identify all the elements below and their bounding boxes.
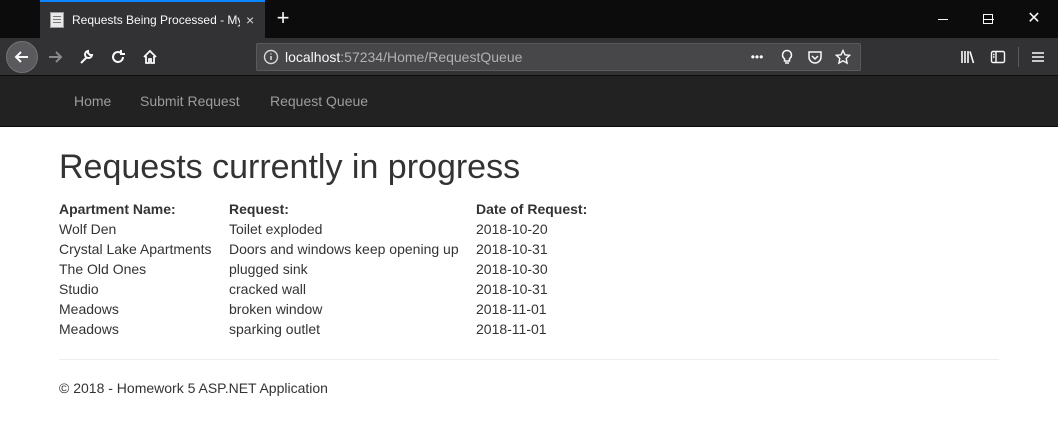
pocket-icon[interactable] bbox=[806, 48, 824, 66]
apartment-cell: Crystal Lake Apartments bbox=[59, 241, 212, 257]
date-cell: 2018-10-30 bbox=[476, 261, 548, 277]
request-cell: Toilet exploded bbox=[229, 221, 323, 237]
nav-home[interactable]: Home bbox=[74, 93, 111, 109]
url-host: localhost bbox=[285, 49, 341, 65]
browser-toolbar: localhost:57234/Home/RequestQueue ••• bbox=[0, 38, 1058, 76]
maximize-icon bbox=[983, 14, 993, 24]
table-row: Studio cracked wall 2018-10-31 bbox=[59, 279, 626, 299]
request-cell: sparking outlet bbox=[229, 321, 321, 337]
apartment-cell: Wolf Den bbox=[59, 221, 117, 237]
new-tab-button[interactable]: + bbox=[272, 6, 294, 30]
column-header-date: Date of Request: bbox=[476, 201, 588, 217]
menu-button[interactable] bbox=[1025, 44, 1051, 70]
tab-title: Requests Being Processed - My ASP.NET Ap… bbox=[72, 13, 240, 27]
column-header-apartment: Apartment Name: bbox=[59, 201, 176, 217]
forward-arrow-icon bbox=[49, 51, 63, 63]
date-cell: 2018-11-01 bbox=[476, 321, 547, 337]
library-button[interactable] bbox=[955, 44, 981, 70]
request-table: Apartment Name: Request: Date of Request… bbox=[59, 199, 626, 339]
reload-button[interactable] bbox=[105, 44, 131, 70]
sidebar-button[interactable] bbox=[985, 44, 1011, 70]
home-button[interactable] bbox=[137, 44, 163, 70]
address-bar[interactable]: localhost:57234/Home/RequestQueue ••• bbox=[256, 43, 861, 71]
date-cell: 2018-11-01 bbox=[476, 301, 547, 317]
page-footer: © 2018 - Homework 5 ASP.NET Application bbox=[59, 380, 328, 396]
table-row: Meadows sparking outlet 2018-11-01 bbox=[59, 319, 626, 339]
nav-request-queue[interactable]: Request Queue bbox=[270, 93, 368, 109]
table-row: Wolf Den Toilet exploded 2018-10-20 bbox=[59, 219, 626, 239]
close-window-button[interactable]: ✕ bbox=[1011, 0, 1057, 38]
back-arrow-icon bbox=[14, 51, 28, 63]
footer-divider bbox=[59, 359, 999, 360]
url-path: :57234/Home/RequestQueue bbox=[340, 49, 523, 65]
sidebar-icon bbox=[990, 50, 1006, 64]
minimize-icon bbox=[938, 18, 948, 20]
close-icon: ✕ bbox=[1027, 10, 1041, 27]
site-navbar: Home Submit Request Request Queue bbox=[0, 76, 1058, 127]
table-header-row: Apartment Name: Request: Date of Request… bbox=[59, 199, 626, 219]
main-content: Requests currently in progress Apartment… bbox=[59, 127, 999, 396]
date-cell: 2018-10-31 bbox=[476, 281, 548, 297]
lightbulb-icon[interactable] bbox=[778, 48, 796, 66]
toolbar-separator bbox=[1018, 47, 1019, 67]
bookmark-star-icon[interactable] bbox=[834, 48, 852, 66]
close-tab-icon[interactable]: × bbox=[246, 12, 254, 28]
browser-tab[interactable]: Requests Being Processed - My ASP.NET Ap… bbox=[40, 0, 265, 38]
url-text[interactable]: localhost:57234/Home/RequestQueue bbox=[285, 49, 746, 65]
apartment-cell: Studio bbox=[59, 281, 99, 297]
page-icon bbox=[50, 12, 64, 28]
table-row: The Old Ones plugged sink 2018-10-30 bbox=[59, 259, 626, 279]
minimize-window-button[interactable] bbox=[920, 0, 966, 38]
request-cell: cracked wall bbox=[229, 281, 307, 297]
table-row: Crystal Lake Apartments Doors and window… bbox=[59, 239, 626, 259]
wrench-icon bbox=[80, 49, 94, 64]
request-cell: Doors and windows keep opening up bbox=[229, 241, 459, 257]
back-button[interactable] bbox=[6, 41, 38, 73]
page-title: Requests currently in progress bbox=[59, 148, 521, 186]
home-icon bbox=[143, 49, 157, 64]
browser-tab-strip: Requests Being Processed - My ASP.NET Ap… bbox=[0, 0, 1058, 38]
request-cell: broken window bbox=[229, 301, 323, 317]
date-cell: 2018-10-31 bbox=[476, 241, 548, 257]
reload-icon bbox=[112, 50, 125, 63]
date-cell: 2018-10-20 bbox=[476, 221, 548, 237]
column-header-request: Request: bbox=[229, 201, 289, 217]
library-icon bbox=[961, 51, 975, 64]
maximize-window-button[interactable] bbox=[965, 0, 1011, 38]
hamburger-menu-icon bbox=[1032, 52, 1044, 62]
apartment-cell: Meadows bbox=[59, 301, 119, 317]
customize-button[interactable] bbox=[73, 44, 99, 70]
nav-submit-request[interactable]: Submit Request bbox=[140, 93, 240, 109]
forward-button[interactable] bbox=[42, 44, 68, 70]
apartment-cell: Meadows bbox=[59, 321, 119, 337]
request-cell: plugged sink bbox=[229, 261, 308, 277]
info-icon[interactable] bbox=[257, 49, 285, 65]
page-actions-icon[interactable]: ••• bbox=[746, 48, 768, 66]
apartment-cell: The Old Ones bbox=[59, 261, 147, 277]
table-row: Meadows broken window 2018-11-01 bbox=[59, 299, 626, 319]
